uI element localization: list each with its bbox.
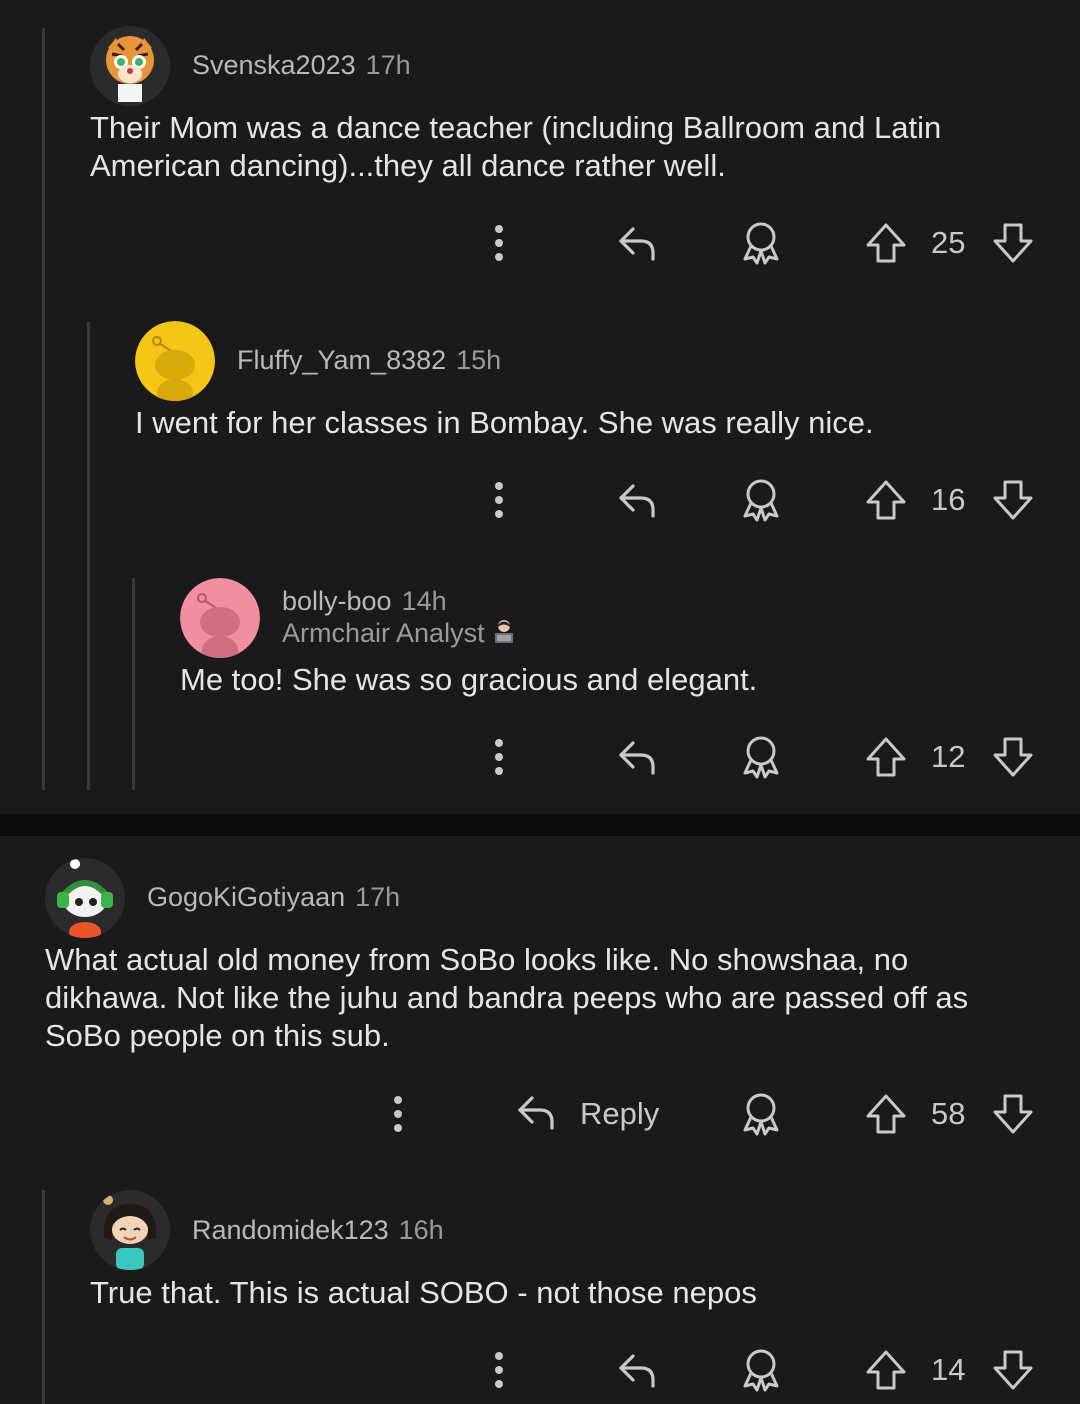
reply-button[interactable]: Reply: [514, 1084, 659, 1144]
user-flair: Armchair Analyst: [282, 618, 517, 651]
award-icon[interactable]: [737, 727, 785, 787]
comment-body: I went for her classes in Bombay. She wa…: [135, 405, 874, 440]
reply-arrow-icon[interactable]: [615, 1340, 659, 1400]
comment-body: Their Mom was a dance teacher (including…: [90, 110, 942, 183]
timestamp: 17h: [365, 50, 411, 80]
comment-actions: Reply 58: [0, 1084, 1080, 1144]
comment-actions: 12: [0, 727, 1080, 787]
reply-arrow-icon[interactable]: [615, 727, 659, 787]
comment-meta: Svenska2023 17h: [192, 50, 411, 81]
vote-count: 14: [931, 1352, 966, 1387]
comment-actions: 25: [0, 213, 1080, 273]
more-vertical-icon[interactable]: [495, 1340, 507, 1400]
yellow-snoo-avatar-icon[interactable]: [135, 321, 215, 401]
comment-body: What actual old money from SoBo looks li…: [45, 942, 969, 1053]
tiger-avatar-icon[interactable]: [90, 26, 170, 106]
timestamp: 14h: [401, 586, 447, 616]
comment-meta: GogoKiGotiyaan 17h: [147, 882, 400, 913]
more-vertical-icon[interactable]: [495, 727, 507, 787]
timestamp: 15h: [456, 345, 502, 375]
downvote-arrow-icon[interactable]: [991, 1084, 1035, 1144]
thread-line-level-1[interactable]: [42, 28, 45, 790]
comment-meta: Fluffy_Yam_8382 15h: [237, 345, 501, 376]
reply-arrow-icon[interactable]: [615, 470, 659, 530]
downvote-arrow-icon[interactable]: [991, 1340, 1035, 1400]
downvote-arrow-icon[interactable]: [991, 213, 1035, 273]
award-icon[interactable]: [737, 470, 785, 530]
vote-count: 16: [931, 482, 966, 517]
username[interactable]: Fluffy_Yam_8382: [237, 345, 446, 375]
comment-actions: 14: [0, 1340, 1080, 1400]
upvote-arrow-icon[interactable]: [864, 727, 908, 787]
more-vertical-icon[interactable]: [495, 470, 507, 530]
headphones-snoo-avatar-icon[interactable]: [45, 858, 125, 938]
reply-arrow-icon[interactable]: [615, 213, 659, 273]
comment-meta: bolly-boo 14h: [282, 586, 447, 617]
thread-line-level-2[interactable]: [87, 322, 90, 790]
upvote-arrow-icon[interactable]: [864, 1340, 908, 1400]
more-vertical-icon[interactable]: [495, 213, 507, 273]
award-icon[interactable]: [737, 213, 785, 273]
vote-count: 58: [931, 1096, 966, 1131]
vote-count: 25: [931, 225, 966, 260]
downvote-arrow-icon[interactable]: [991, 470, 1035, 530]
person-at-computer-icon: [491, 618, 517, 651]
thread-separator: [0, 814, 1080, 836]
username[interactable]: GogoKiGotiyaan: [147, 882, 345, 912]
vote-count: 12: [931, 739, 966, 774]
comment-meta: Randomidek123 16h: [192, 1215, 444, 1246]
username[interactable]: Randomidek123: [192, 1215, 389, 1245]
comment-body: True that. This is actual SOBO - not tho…: [90, 1275, 757, 1310]
comment-body: Me too! She was so gracious and elegant.: [180, 662, 758, 697]
timestamp: 17h: [355, 882, 401, 912]
award-icon[interactable]: [737, 1340, 785, 1400]
timestamp: 16h: [398, 1215, 444, 1245]
username[interactable]: Svenska2023: [192, 50, 356, 80]
upvote-arrow-icon[interactable]: [864, 213, 908, 273]
upvote-arrow-icon[interactable]: [864, 1084, 908, 1144]
upvote-arrow-icon[interactable]: [864, 470, 908, 530]
reply-label: Reply: [580, 1096, 660, 1131]
downvote-arrow-icon[interactable]: [991, 727, 1035, 787]
pink-snoo-avatar-icon[interactable]: [180, 578, 260, 658]
username[interactable]: bolly-boo: [282, 586, 392, 616]
award-icon[interactable]: [737, 1084, 785, 1144]
reply-arrow-icon: [514, 1090, 558, 1139]
flair-text: Armchair Analyst: [282, 618, 485, 648]
comment-actions: 16: [0, 470, 1080, 530]
girl-snoo-avatar-icon[interactable]: [90, 1190, 170, 1270]
more-vertical-icon[interactable]: [394, 1084, 406, 1144]
